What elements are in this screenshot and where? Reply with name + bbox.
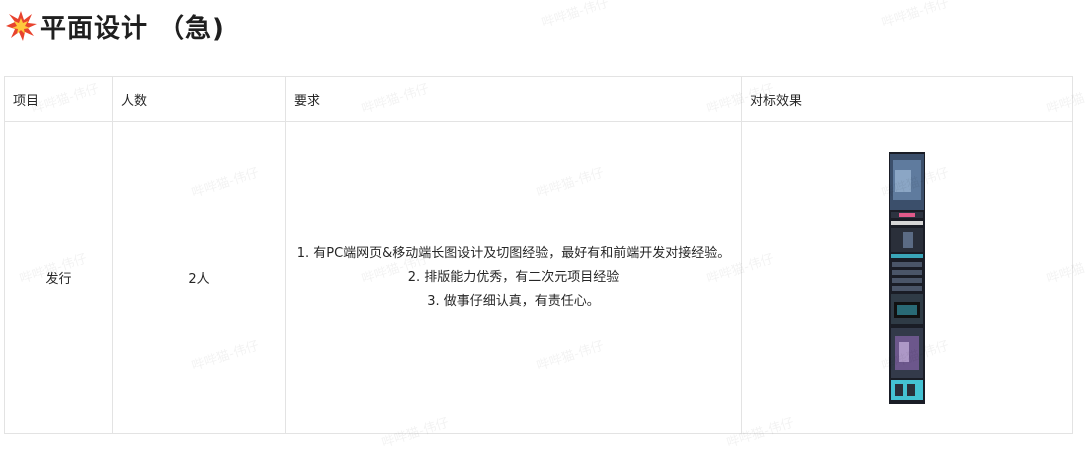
cell-reference [741,121,1073,434]
header-requirements: 要求 [285,76,742,122]
requirement-item: 1. 有PC端网页&移动端长图设计及切图经验，最好有和前端开发对接经验。 [296,245,731,261]
requirement-item: 2. 排版能力优秀，有二次元项目经验 [407,269,620,285]
requirements-list: 1. 有PC端网页&移动端长图设计及切图经验，最好有和前端开发对接经验。 2. … [286,242,741,314]
requirement-item: 3. 做事仔细认真，有责任心。 [427,293,600,309]
header-reference: 对标效果 [741,76,1073,122]
page-heading: 平面设计 （急) [4,6,225,46]
watermark-text: 哔哔猫-伟仔 [540,0,611,32]
cell-headcount: 2人 [112,121,286,434]
watermark-text: 哔哔猫-伟仔 [880,0,951,32]
page-title: 平面设计 （急) [40,13,225,44]
collision-icon [6,11,37,41]
cell-project: 发行 [4,121,113,434]
table-header-row: 项目 人数 要求 对标效果 [4,76,1073,122]
header-project: 项目 [4,76,113,122]
cell-requirements: 1. 有PC端网页&移动端长图设计及切图经验，最好有和前端开发对接经验。 2. … [285,121,742,434]
table-row: 发行 2人 1. 有PC端网页&移动端长图设计及切图经验，最好有和前端开发对接经… [4,121,1073,434]
header-headcount: 人数 [112,76,286,122]
reference-image-thumbnail[interactable] [889,151,925,404]
requirements-table: 项目 人数 要求 对标效果 发行 2人 1. 有PC端网页&移动端长图设计及切图… [4,76,1073,434]
